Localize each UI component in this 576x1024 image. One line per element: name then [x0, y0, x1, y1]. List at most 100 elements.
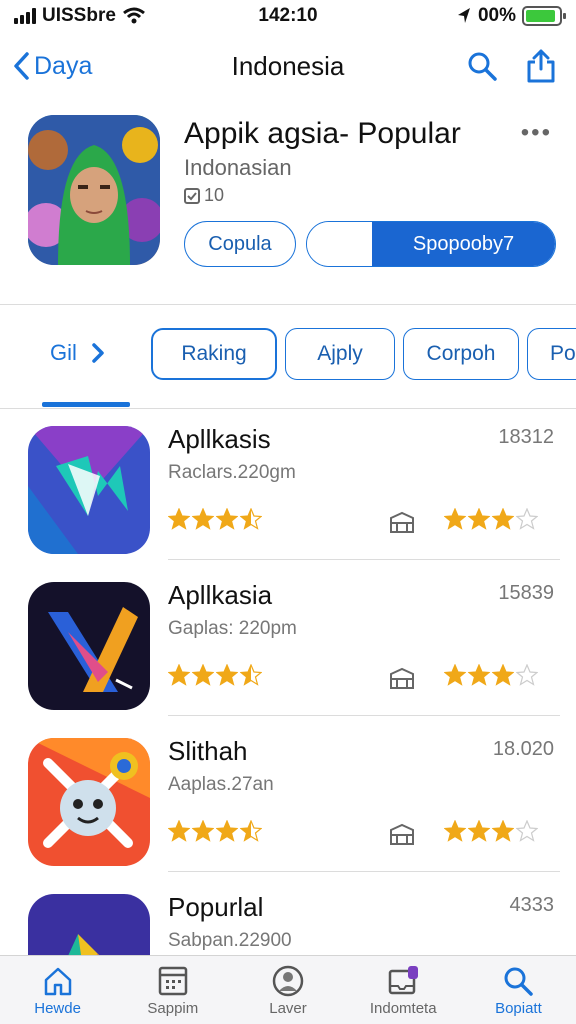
search-icon[interactable]	[466, 50, 498, 82]
gift-icon[interactable]	[388, 822, 416, 851]
star-icon	[515, 507, 539, 535]
rating-stars	[167, 819, 263, 847]
star-icon	[215, 819, 239, 847]
tab-label: Hewde	[34, 1000, 81, 1017]
status-bar: UISSbre 142:10 00%	[0, 0, 576, 32]
star-icon	[167, 507, 191, 535]
star-icon	[167, 663, 191, 691]
segment-empty[interactable]	[307, 222, 372, 266]
status-left: UISSbre	[14, 5, 146, 27]
divider	[0, 304, 576, 305]
app-name: Slithah	[168, 736, 248, 766]
star-icon	[239, 819, 263, 847]
filter-row: Gil Raking Ajply Corpoh Po	[0, 326, 576, 384]
app-list-icon[interactable]	[28, 738, 150, 866]
battery-level	[526, 10, 555, 22]
gift-icon[interactable]	[388, 510, 416, 539]
list-item[interactable]: Apllkasia Gaplas: 220pm 15839	[0, 566, 576, 716]
star-icon	[467, 507, 491, 535]
star-icon	[515, 663, 539, 691]
star-icon	[215, 507, 239, 535]
tab-sappim[interactable]: Sappim	[115, 956, 230, 1024]
list-item[interactable]: Slithah Aaplas.27an 18.020	[0, 722, 576, 872]
star-icon	[491, 663, 515, 691]
rating-stars-secondary	[443, 663, 539, 691]
divider	[0, 408, 576, 409]
list-item[interactable]: Apllkasis Raclars.220gm 18312	[0, 410, 576, 560]
tab-indomteta[interactable]: Indomteta	[346, 956, 461, 1024]
tab-laver[interactable]: Laver	[230, 956, 345, 1024]
filter-active-indicator	[42, 402, 130, 407]
tab-label: Laver	[269, 1000, 307, 1017]
star-icon	[515, 819, 539, 847]
app-count: 18.020	[492, 738, 554, 760]
tab-bopiatt[interactable]: Bopiatt	[461, 956, 576, 1024]
star-icon	[239, 507, 263, 535]
rating-badge-icon	[184, 187, 200, 204]
gift-icon[interactable]	[388, 666, 416, 695]
share-icon[interactable]	[526, 49, 556, 83]
row-divider	[168, 715, 560, 716]
app-meta: Aaplas.27an	[168, 774, 274, 795]
chevron-left-icon	[14, 52, 29, 80]
age-rating: 10	[184, 185, 224, 206]
filter-lead[interactable]: Gil	[50, 340, 105, 366]
star-icon	[239, 663, 263, 691]
back-label: Daya	[34, 51, 93, 80]
tab-bar: Hewde Sappim Laver Indomteta Bopiatt	[0, 955, 576, 1024]
star-icon	[491, 819, 515, 847]
filter-chip-corpoh[interactable]: Corpoh	[403, 328, 519, 380]
app-count: 4333	[509, 894, 555, 916]
segment-active[interactable]: Spopooby7	[372, 222, 555, 266]
rating-stars	[167, 507, 263, 535]
star-icon	[443, 663, 467, 691]
app-meta: Raclars.220gm	[168, 462, 296, 483]
inbox-icon	[388, 966, 419, 995]
app-icon[interactable]	[28, 115, 160, 265]
rating-stars	[167, 663, 263, 691]
location-arrow-icon	[457, 8, 470, 23]
person-icon	[272, 965, 304, 997]
star-icon	[167, 819, 191, 847]
star-icon	[215, 663, 239, 691]
home-icon	[44, 967, 71, 996]
age-rating-label: 10	[204, 185, 225, 205]
app-header: Appik agsia- Popular ••• Indonasian 10 C…	[0, 105, 576, 305]
star-icon	[443, 507, 467, 535]
filter-chip-po[interactable]: Po	[527, 328, 576, 380]
filter-chip-raking[interactable]: Raking	[151, 328, 277, 380]
search-icon	[504, 967, 534, 996]
star-icon	[191, 819, 215, 847]
app-name: Apllkasis	[168, 424, 271, 454]
rating-stars-secondary	[443, 507, 539, 535]
app-name: Apllkasia	[168, 580, 273, 610]
star-icon	[491, 507, 515, 535]
nav-actions	[466, 49, 556, 83]
star-icon	[467, 819, 491, 847]
app-meta: Sabpan.22900	[168, 930, 292, 951]
star-icon	[191, 663, 215, 691]
app-count: 18312	[498, 426, 554, 448]
tab-home[interactable]: Hewde	[0, 956, 115, 1024]
filter-chip-ajply[interactable]: Ajply	[285, 328, 395, 380]
primary-button[interactable]: Copula	[184, 221, 296, 267]
status-right: 00%	[456, 5, 566, 27]
back-button[interactable]: Daya	[12, 51, 92, 81]
wifi-icon	[122, 7, 145, 24]
nav-bar: Daya Indonesia	[0, 36, 576, 96]
app-title: Appik agsia- Popular	[184, 117, 461, 150]
app-list-icon[interactable]	[28, 582, 150, 710]
app-name: Popurlal	[168, 892, 264, 922]
filter-lead-label: Gil	[50, 340, 77, 365]
signal-icon	[14, 8, 36, 24]
app-list-icon[interactable]	[28, 426, 150, 554]
segmented-control: Spopooby7	[306, 221, 556, 267]
tab-label: Bopiatt	[495, 1000, 542, 1017]
star-icon	[443, 819, 467, 847]
app-icon-artwork	[28, 115, 160, 265]
rating-stars-secondary	[443, 819, 539, 847]
tab-label: Sappim	[147, 1000, 199, 1017]
more-button[interactable]: •••	[521, 119, 552, 147]
chevron-right-icon	[92, 343, 104, 363]
star-icon	[191, 507, 215, 535]
